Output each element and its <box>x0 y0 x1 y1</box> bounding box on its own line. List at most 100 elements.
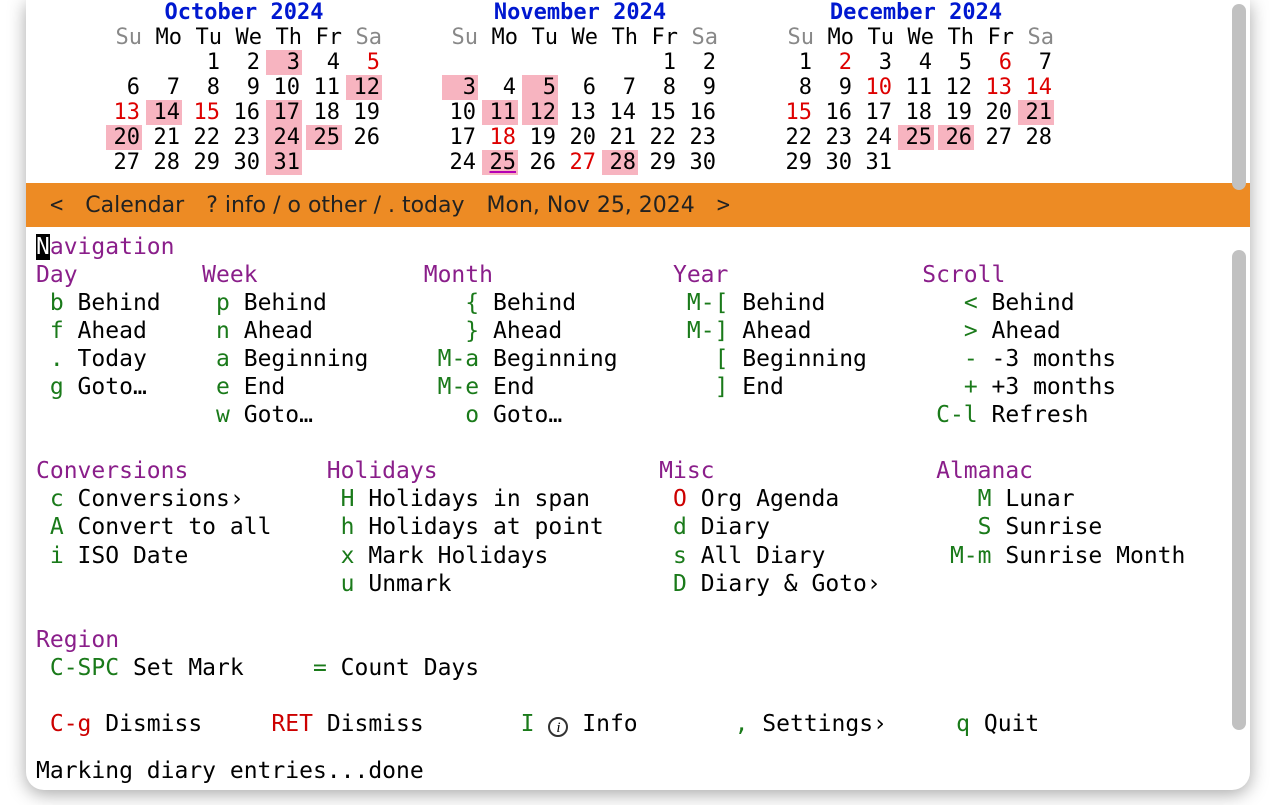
calendar-day[interactable]: 24 <box>442 150 478 175</box>
calendar-day[interactable]: 13 <box>978 75 1014 100</box>
calendar-day[interactable]: 28 <box>602 150 638 175</box>
calendar-day[interactable]: 4 <box>306 50 342 75</box>
calendar-day[interactable]: 22 <box>778 125 814 150</box>
calendar-day[interactable]: 12 <box>346 75 382 100</box>
calendar-day[interactable]: 8 <box>186 75 222 100</box>
calendar-day[interactable]: 8 <box>642 75 678 100</box>
calendar-day[interactable]: 16 <box>226 100 262 125</box>
calendar-day[interactable]: 26 <box>346 125 382 150</box>
calendar-day[interactable]: 4 <box>482 75 518 100</box>
calendar-day[interactable]: 14 <box>602 100 638 125</box>
calendar-day[interactable]: 6 <box>106 75 142 100</box>
calendar-day[interactable]: 9 <box>226 75 262 100</box>
scrollbar-help[interactable] <box>1232 250 1246 730</box>
calendar-day[interactable]: 17 <box>266 100 302 125</box>
calendar-day[interactable]: 20 <box>562 125 598 150</box>
calendar-day[interactable]: 30 <box>226 150 262 175</box>
calendar-day[interactable]: 13 <box>106 100 142 125</box>
calendar-day[interactable]: 16 <box>682 100 718 125</box>
prev-month-button[interactable]: < <box>50 193 63 218</box>
calendar-day[interactable]: 15 <box>642 100 678 125</box>
calendar-day[interactable]: 2 <box>682 50 718 75</box>
calendar-day[interactable]: 4 <box>898 50 934 75</box>
calendar-day[interactable]: 6 <box>978 50 1014 75</box>
calendar-day[interactable]: 29 <box>642 150 678 175</box>
calendar-day[interactable]: 19 <box>522 125 558 150</box>
calendar-day[interactable]: 12 <box>938 75 974 100</box>
calendar-day[interactable]: 15 <box>186 100 222 125</box>
calendar-day[interactable]: 23 <box>818 125 854 150</box>
calendar-day[interactable]: 22 <box>186 125 222 150</box>
calendar-day[interactable]: 31 <box>858 150 894 175</box>
calendar-day[interactable]: 23 <box>226 125 262 150</box>
calendar-day[interactable]: 20 <box>106 125 142 150</box>
calendar-day[interactable]: 22 <box>642 125 678 150</box>
calendar-day[interactable]: 10 <box>442 100 478 125</box>
calendar-day[interactable]: 26 <box>938 125 974 150</box>
calendar-day[interactable]: 10 <box>266 75 302 100</box>
month-title: November 2024 <box>494 0 666 25</box>
calendar-day[interactable]: 18 <box>306 100 342 125</box>
calendar-day[interactable]: 19 <box>346 100 382 125</box>
calendar-day[interactable]: 30 <box>682 150 718 175</box>
calendar-day[interactable]: 28 <box>146 150 182 175</box>
dow-label: Tu <box>186 25 222 50</box>
calendar-day[interactable]: 9 <box>818 75 854 100</box>
calendar-day[interactable]: 15 <box>778 100 814 125</box>
calendar-day[interactable]: 7 <box>146 75 182 100</box>
calendar-day[interactable]: 12 <box>522 100 558 125</box>
calendar-day[interactable]: 11 <box>898 75 934 100</box>
calendar-day[interactable]: 5 <box>938 50 974 75</box>
calendar-day[interactable]: 25 <box>898 125 934 150</box>
calendar-day[interactable]: 11 <box>306 75 342 100</box>
calendar-day[interactable]: 7 <box>1018 50 1054 75</box>
calendar-day[interactable]: 21 <box>1018 100 1054 125</box>
next-month-button[interactable]: > <box>717 193 730 218</box>
calendar-day[interactable]: 25 <box>482 150 518 175</box>
calendar-day[interactable]: 1 <box>642 50 678 75</box>
calendar-day[interactable]: 29 <box>186 150 222 175</box>
calendar-day[interactable]: 24 <box>858 125 894 150</box>
calendar-day[interactable]: 5 <box>522 75 558 100</box>
calendar-day[interactable]: 28 <box>1018 125 1054 150</box>
calendar-day[interactable]: 17 <box>442 125 478 150</box>
calendar-day[interactable]: 5 <box>346 50 382 75</box>
dow-label: We <box>562 25 598 50</box>
calendar-day[interactable]: 21 <box>146 125 182 150</box>
calendar-day[interactable]: 11 <box>482 100 518 125</box>
calendar-day[interactable]: 13 <box>562 100 598 125</box>
calendar-day[interactable]: 1 <box>778 50 814 75</box>
calendar-day[interactable]: 16 <box>818 100 854 125</box>
calendar-day[interactable]: 18 <box>898 100 934 125</box>
calendar-day[interactable]: 1 <box>186 50 222 75</box>
calendar-day[interactable]: 2 <box>818 50 854 75</box>
calendar-day[interactable]: 10 <box>858 75 894 100</box>
scrollbar-calendar[interactable] <box>1232 4 1246 190</box>
calendar-day[interactable]: 18 <box>482 125 518 150</box>
calendar-day[interactable]: 14 <box>1018 75 1054 100</box>
calendar-day[interactable]: 27 <box>562 150 598 175</box>
calendar-day[interactable]: 6 <box>562 75 598 100</box>
dow-label: Sa <box>346 25 382 50</box>
calendar-day[interactable]: 14 <box>146 100 182 125</box>
calendar-day[interactable]: 2 <box>226 50 262 75</box>
calendar-day[interactable]: 29 <box>778 150 814 175</box>
calendar-day[interactable]: 30 <box>818 150 854 175</box>
calendar-day[interactable]: 27 <box>106 150 142 175</box>
calendar-day[interactable]: 17 <box>858 100 894 125</box>
calendar-day[interactable]: 20 <box>978 100 1014 125</box>
calendar-day[interactable]: 3 <box>442 75 478 100</box>
calendar-day[interactable]: 31 <box>266 150 302 175</box>
calendar-day[interactable]: 9 <box>682 75 718 100</box>
calendar-day[interactable]: 26 <box>522 150 558 175</box>
calendar-day[interactable]: 23 <box>682 125 718 150</box>
calendar-day[interactable]: 19 <box>938 100 974 125</box>
calendar-day[interactable]: 27 <box>978 125 1014 150</box>
calendar-day[interactable]: 3 <box>266 50 302 75</box>
calendar-day[interactable]: 8 <box>778 75 814 100</box>
calendar-day[interactable]: 25 <box>306 125 342 150</box>
calendar-day[interactable]: 7 <box>602 75 638 100</box>
calendar-day[interactable]: 3 <box>858 50 894 75</box>
calendar-day[interactable]: 21 <box>602 125 638 150</box>
calendar-day[interactable]: 24 <box>266 125 302 150</box>
